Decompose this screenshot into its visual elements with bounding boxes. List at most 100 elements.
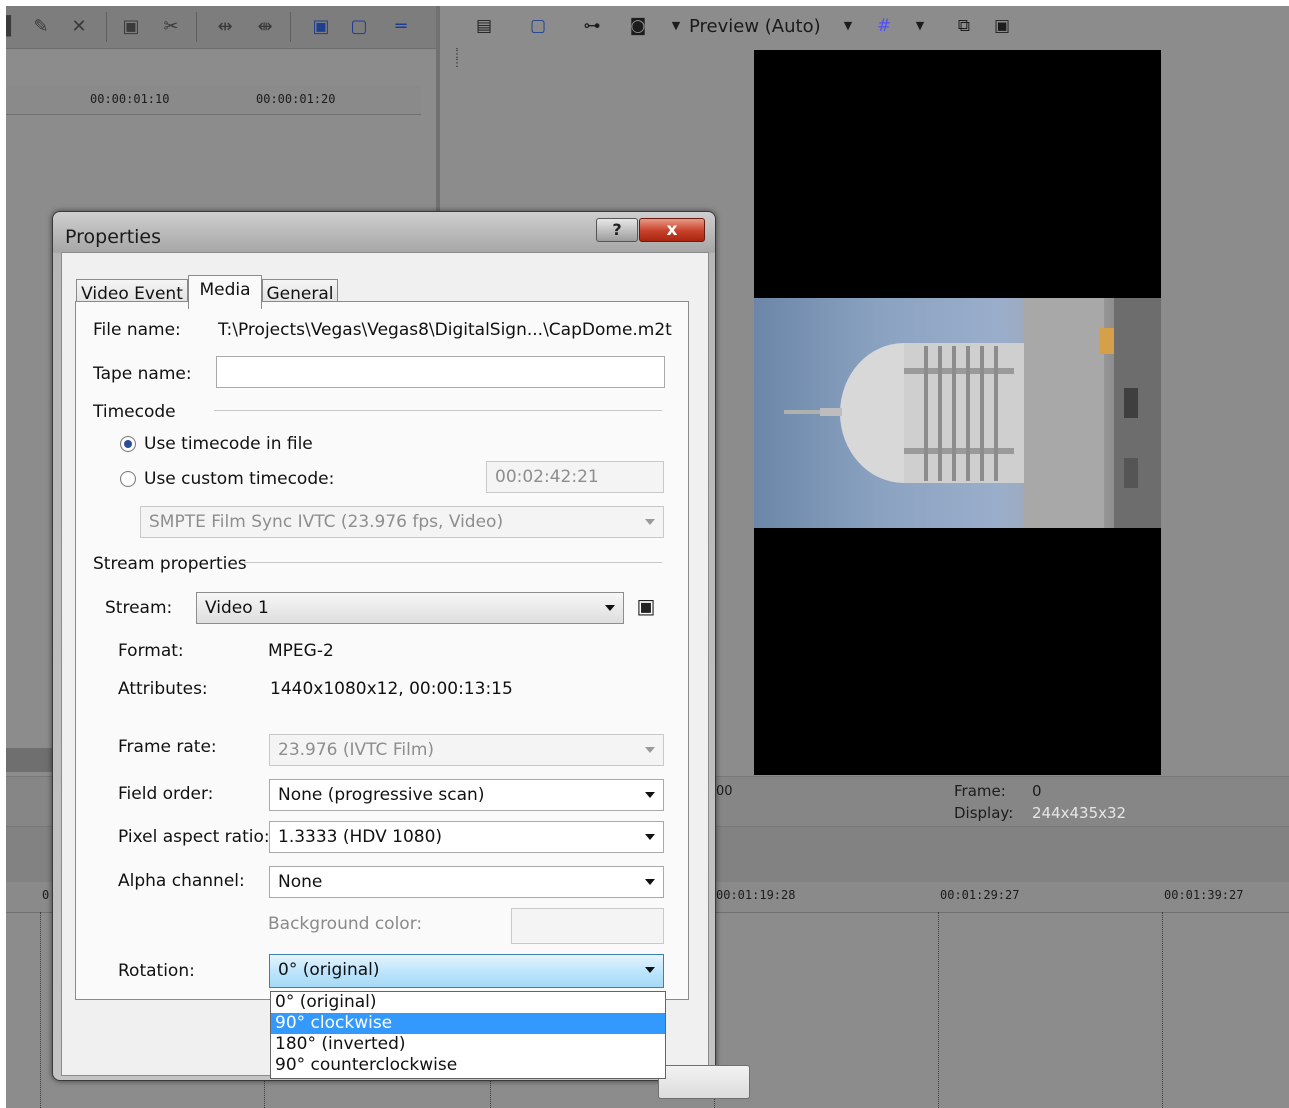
- timecode-format-select[interactable]: SMPTE Film Sync IVTC (23.976 fps, Video): [140, 506, 664, 538]
- toolbar-separator: [106, 12, 107, 42]
- rotation-option[interactable]: 180° (inverted): [271, 1034, 665, 1055]
- frame-rate-select[interactable]: 23.976 (IVTC Film): [269, 734, 664, 766]
- video-preview: [754, 50, 1161, 775]
- frame-rate-value: 23.976 (IVTC Film): [278, 740, 435, 760]
- display-icon[interactable]: ▢: [346, 14, 372, 40]
- attributes-label: Attributes:: [118, 679, 208, 699]
- format-label: Format:: [118, 641, 184, 661]
- chevron-down-icon: [645, 834, 655, 840]
- dialog-title: Properties: [65, 226, 162, 248]
- video-properties-icon[interactable]: ▤: [472, 14, 496, 38]
- rotation-option[interactable]: 90° counterclockwise: [271, 1055, 665, 1076]
- format-value: MPEG-2: [268, 641, 334, 661]
- chevron-down-icon: [645, 967, 655, 973]
- copy-snapshot-icon[interactable]: ⧉: [952, 14, 976, 38]
- timeline-toolbar: ▌ ✎ ✕ ▣ ✂ ⇹ ⇼ ▣ ▢ ═: [6, 6, 436, 49]
- group-divider: [244, 562, 662, 563]
- stream-select[interactable]: Video 1: [196, 592, 624, 624]
- ruler-tick-label: 0: [42, 888, 50, 902]
- background-color-swatch[interactable]: [511, 908, 664, 944]
- grid-icon[interactable]: #: [872, 14, 896, 38]
- chevron-down-icon: [645, 879, 655, 885]
- timeline-ruler-top[interactable]: 00:00:01:10 00:00:01:20: [6, 86, 421, 115]
- external-monitor-icon[interactable]: ▢: [526, 14, 550, 38]
- field-order-select[interactable]: None (progressive scan): [269, 779, 664, 811]
- attributes-value: 1440x1080x12, 00:00:13:15: [270, 679, 513, 699]
- chevron-down-icon[interactable]: ▼: [908, 14, 932, 38]
- timeline-marker-line: [40, 912, 41, 1108]
- tool-icon[interactable]: ▌: [6, 14, 24, 40]
- rotation-dropdown-list: 0° (original) 90° clockwise 180° (invert…: [270, 991, 666, 1079]
- field-order-label: Field order:: [118, 784, 214, 804]
- timeline-marker-line: [938, 912, 939, 1108]
- ruler-tick-label: 00:01:19:28: [716, 888, 796, 902]
- stream-group-label: Stream properties: [93, 554, 247, 574]
- ruler-tick-label: 00:01:29:27: [940, 888, 1020, 902]
- use-custom-timecode-radio[interactable]: [120, 471, 136, 487]
- save-stream-icon[interactable]: ▣: [632, 592, 660, 620]
- chevron-down-icon: [645, 519, 655, 525]
- capitol-dome-frame: [754, 298, 1161, 528]
- chevron-down-icon: [645, 747, 655, 753]
- rotation-select[interactable]: 0° (original): [269, 954, 664, 988]
- file-name-value: T:\Projects\Vegas\Vegas8\DigitalSign...\…: [218, 320, 672, 340]
- chevron-down-icon[interactable]: ▼: [836, 14, 860, 38]
- field-order-value: None (progressive scan): [278, 785, 485, 805]
- alpha-channel-value: None: [278, 872, 323, 892]
- use-timecode-label: Use timecode in file: [144, 434, 313, 454]
- chevron-down-icon[interactable]: ▼: [664, 14, 688, 38]
- use-timecode-radio[interactable]: [120, 436, 136, 452]
- timecode-format-value: SMPTE Film Sync IVTC (23.976 fps, Video): [149, 512, 504, 532]
- trim-end-icon[interactable]: ⇼: [252, 14, 278, 40]
- preview-frame-info: Frame: 0 Display: 244x435x32: [954, 782, 1126, 826]
- capitol-dome-image: [784, 298, 1161, 528]
- tape-name-label: Tape name:: [93, 364, 192, 384]
- chevron-down-icon: [645, 792, 655, 798]
- alpha-channel-select[interactable]: None: [269, 866, 664, 898]
- save-snapshot-icon[interactable]: ▣: [990, 14, 1014, 38]
- tape-name-input[interactable]: [216, 356, 665, 388]
- overlay-icon[interactable]: ◙: [626, 14, 650, 38]
- rotation-value: 0° (original): [278, 960, 380, 980]
- pixel-aspect-select[interactable]: 1.3333 (HDV 1080): [269, 821, 664, 853]
- split-screen-icon[interactable]: ⊶: [580, 14, 604, 38]
- timeline-marker-line: [1162, 912, 1163, 1108]
- snap-icon[interactable]: ═: [388, 14, 414, 40]
- toolbar-separator: [290, 12, 291, 42]
- split-icon[interactable]: ✂: [158, 14, 184, 40]
- toolbar-separator: [196, 12, 197, 42]
- use-custom-timecode-label: Use custom timecode:: [144, 469, 335, 489]
- file-name-label: File name:: [93, 320, 181, 340]
- tab-media[interactable]: Media: [188, 275, 262, 309]
- frame-rate-label: Frame rate:: [118, 737, 217, 757]
- rotation-label: Rotation:: [118, 961, 195, 981]
- ruler-tick-label: 00:00:01:20: [256, 92, 336, 106]
- display-label: Display:: [954, 804, 1014, 822]
- rotation-option[interactable]: 0° (original): [271, 992, 665, 1013]
- frame-value: 0: [1032, 782, 1042, 800]
- close-button[interactable]: x: [639, 218, 705, 242]
- pixel-aspect-value: 1.3333 (HDV 1080): [278, 827, 443, 847]
- save-icon[interactable]: ▣: [118, 14, 144, 40]
- ruler-tick-label: 00:00:01:10: [90, 92, 170, 106]
- vegas-app-window: ▌ ✎ ✕ ▣ ✂ ⇹ ⇼ ▣ ▢ ═ 00:00:01:10 00:00:01…: [6, 6, 1289, 1108]
- custom-timecode-input[interactable]: 00:02:42:21: [486, 461, 664, 493]
- ruler-tick-label: 00:01:39:27: [1164, 888, 1244, 902]
- delete-icon[interactable]: ✕: [66, 14, 92, 40]
- preview-quality-label[interactable]: Preview (Auto): [689, 16, 821, 37]
- frame-label: Frame:: [954, 782, 1006, 800]
- trim-start-icon[interactable]: ⇹: [212, 14, 238, 40]
- timecode-fragment: 00: [716, 784, 733, 799]
- display-value: 244x435x32: [1032, 804, 1127, 822]
- background-color-label: Background color:: [268, 914, 423, 934]
- pen-icon[interactable]: ✎: [28, 14, 54, 40]
- timecode-group-label: Timecode: [93, 402, 176, 422]
- monitor-icon[interactable]: ▣: [308, 14, 334, 40]
- alpha-channel-label: Alpha channel:: [118, 871, 245, 891]
- chevron-down-icon: [605, 605, 615, 611]
- help-button[interactable]: ?: [596, 218, 638, 242]
- group-divider: [214, 410, 662, 411]
- rotation-option-highlighted[interactable]: 90° clockwise: [271, 1013, 665, 1034]
- stream-value: Video 1: [205, 598, 269, 618]
- ok-button[interactable]: [658, 1065, 750, 1099]
